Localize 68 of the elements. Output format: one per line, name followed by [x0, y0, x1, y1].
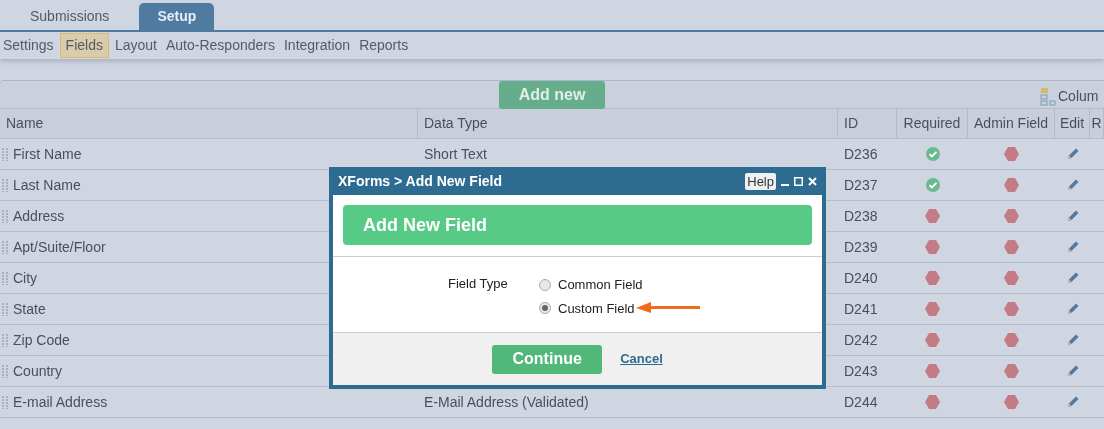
table-cell-text: D239 [844, 237, 878, 257]
pencil-icon[interactable] [1066, 148, 1079, 160]
table-cell-text: D243 [844, 361, 878, 381]
dialog-title: XForms > Add New Field [338, 171, 502, 191]
table-cell-text: Apt/Suite/Floor [13, 237, 106, 257]
table-cell-text: D242 [844, 330, 878, 350]
column-header: ID [838, 109, 897, 138]
pencil-icon[interactable] [1066, 179, 1079, 191]
table-cell-text: D244 [844, 392, 878, 412]
radio-button[interactable] [539, 302, 551, 315]
table-cell-text: Country [13, 361, 63, 381]
drag-handle-icon[interactable] [2, 271, 8, 285]
drag-handle-icon[interactable] [2, 364, 8, 378]
drag-handle-icon[interactable] [2, 333, 8, 347]
nav-link[interactable]: Reports [356, 33, 412, 58]
maximize-icon[interactable] [794, 176, 803, 186]
table-cell-text: State [13, 299, 46, 319]
pencil-icon[interactable] [1066, 272, 1079, 284]
pencil-icon[interactable] [1066, 396, 1079, 408]
table-cell-text: E-mail Address [13, 392, 108, 412]
column-header: Edit [1055, 109, 1090, 138]
column-header: R [1090, 109, 1104, 138]
pencil-icon[interactable] [1066, 365, 1079, 377]
table-cell-text: D238 [844, 206, 878, 226]
columns-icon [1040, 87, 1056, 106]
drag-handle-icon[interactable] [2, 395, 8, 409]
pencil-icon[interactable] [1066, 210, 1079, 222]
nav-link[interactable]: Layout [111, 33, 160, 58]
nav-link[interactable]: Settings [0, 33, 57, 58]
radio-button[interactable] [539, 278, 551, 291]
heading-banner: Add New Field [343, 205, 812, 245]
arrow-icon [635, 302, 700, 315]
drag-handle-icon[interactable] [2, 147, 8, 161]
drag-handle-icon[interactable] [2, 302, 8, 316]
radio-label: Custom Field [558, 299, 635, 318]
cancel-link[interactable]: Cancel [620, 349, 663, 369]
table-cell-text: First Name [13, 144, 82, 164]
table-cell-text: D240 [844, 268, 878, 288]
nav-link[interactable]: Integration [280, 33, 354, 58]
column-header: Admin Field [968, 109, 1055, 138]
table-cell-text: City [13, 268, 38, 288]
nav-link[interactable]: Auto-Responders [163, 33, 278, 58]
pencil-icon[interactable] [1066, 241, 1079, 253]
tab[interactable]: Submissions [14, 3, 126, 30]
drag-handle-icon[interactable] [2, 240, 8, 254]
continue-button[interactable]: Continue [492, 344, 603, 374]
radio-label: Common Field [558, 276, 643, 294]
table-cell-text: D236 [844, 144, 878, 164]
column-header: Data Type [418, 109, 838, 138]
table-cell-text: Zip Code [13, 330, 70, 350]
drag-handle-icon[interactable] [2, 178, 8, 192]
table-cell-text: Short Text [424, 144, 487, 164]
drag-handle-icon[interactable] [2, 209, 8, 223]
table-cell-text: Address [13, 206, 65, 226]
columns-button[interactable]: Colum [1040, 86, 1099, 107]
table-cell-text: D237 [844, 175, 878, 195]
table-cell-text: E-Mail Address (Validated) [424, 392, 589, 412]
pencil-icon[interactable] [1066, 334, 1079, 346]
table-cell-text: Last Name [13, 175, 81, 195]
close-icon[interactable] [808, 176, 817, 186]
pencil-icon[interactable] [1066, 303, 1079, 315]
nav-link[interactable]: Fields [59, 33, 109, 58]
help-button[interactable]: Help [745, 172, 776, 190]
field-label: Field Type [448, 275, 509, 293]
column-header: Required [897, 109, 968, 138]
table-cell-text: D241 [844, 299, 878, 319]
column-header: Name [0, 109, 418, 138]
tab[interactable]: Setup [139, 3, 215, 30]
